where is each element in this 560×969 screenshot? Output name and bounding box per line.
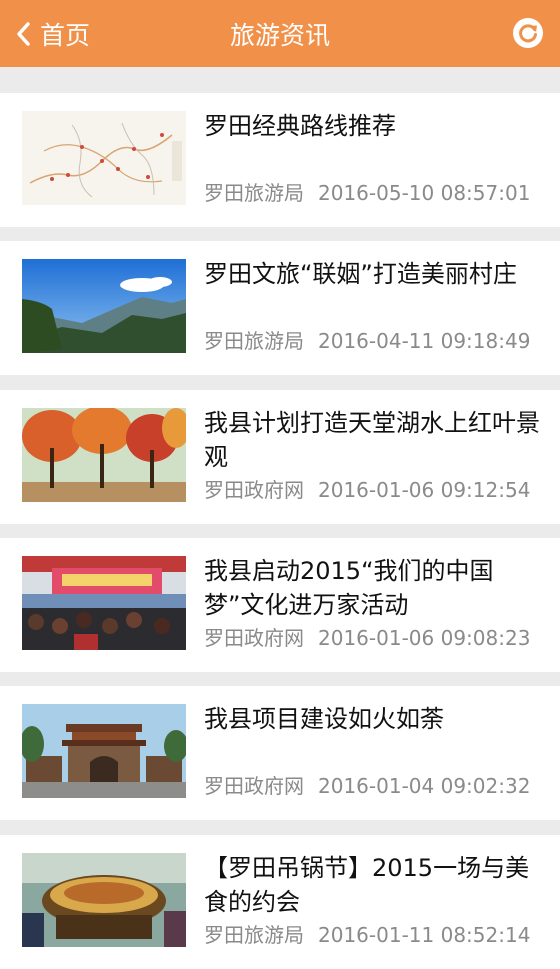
news-meta: 罗田旅游局 2016-04-11 09:18:49 [204,325,544,354]
hotpot-festival-image [22,853,186,947]
news-item[interactable]: 罗田文旅“联姻”打造美丽村庄 罗田旅游局 2016-04-11 09:18:49 [0,241,560,375]
news-time: 2016-01-06 09:08:23 [318,626,531,650]
news-item[interactable]: 罗田经典路线推荐 罗田旅游局 2016-05-10 08:57:01 [0,93,560,227]
news-item[interactable]: 【罗田吊锅节】2015一场与美食的约会 罗田旅游局 2016-01-11 08:5… [0,835,560,969]
back-button[interactable]: 首页 [14,0,90,67]
news-time: 2016-05-10 08:57:01 [318,181,531,205]
construction-gate-image [22,704,186,798]
back-label: 首页 [40,20,91,50]
news-title: 我县启动2015“我们的中国梦”文化进万家活动 [204,557,494,619]
refresh-button[interactable] [512,17,544,49]
news-time: 2016-01-06 09:12:54 [318,478,531,502]
news-title: 我县计划打造天堂湖水上红叶景观 [204,409,540,471]
news-source: 罗田政府网 [204,626,304,650]
route-map-image [22,111,186,205]
news-source: 罗田政府网 [204,478,304,502]
chevron-left-icon [17,21,30,46]
news-source: 罗田政府网 [204,774,304,798]
news-time: 2016-01-11 08:52:14 [318,923,531,947]
news-time: 2016-01-04 09:02:32 [318,774,531,798]
news-source: 罗田旅游局 [204,923,304,947]
news-meta: 罗田政府网 2016-01-06 09:08:23 [204,622,544,651]
news-meta: 罗田政府网 2016-01-06 09:12:54 [204,474,544,503]
news-meta: 罗田旅游局 2016-01-11 08:52:14 [204,919,544,948]
news-item[interactable]: 我县计划打造天堂湖水上红叶景观 罗田政府网 2016-01-06 09:12:54 [0,390,560,524]
news-item[interactable]: 我县启动2015“我们的中国梦”文化进万家活动 罗田政府网 2016-01-06 … [0,538,560,672]
refresh-icon [513,18,543,48]
news-meta: 罗田旅游局 2016-05-10 08:57:01 [204,177,544,206]
red-leaf-trees-image [22,408,186,502]
news-meta: 罗田政府网 2016-01-04 09:02:32 [204,770,544,799]
news-source: 罗田旅游局 [204,181,304,205]
mountain-landscape-image [22,259,186,353]
news-time: 2016-04-11 09:18:49 [318,329,531,353]
news-title: 我县项目建设如火如荼 [204,705,444,733]
news-title: 【罗田吊锅节】2015一场与美食的约会 [204,854,530,916]
top-bar: 首页 旅游资讯 [0,0,560,67]
news-item[interactable]: 我县项目建设如火如荼 罗田政府网 2016-01-04 09:02:32 [0,686,560,820]
news-title: 罗田文旅“联姻”打造美丽村庄 [204,260,517,288]
news-title: 罗田经典路线推荐 [204,112,396,140]
cultural-event-stage-image [22,556,186,650]
news-source: 罗田旅游局 [204,329,304,353]
